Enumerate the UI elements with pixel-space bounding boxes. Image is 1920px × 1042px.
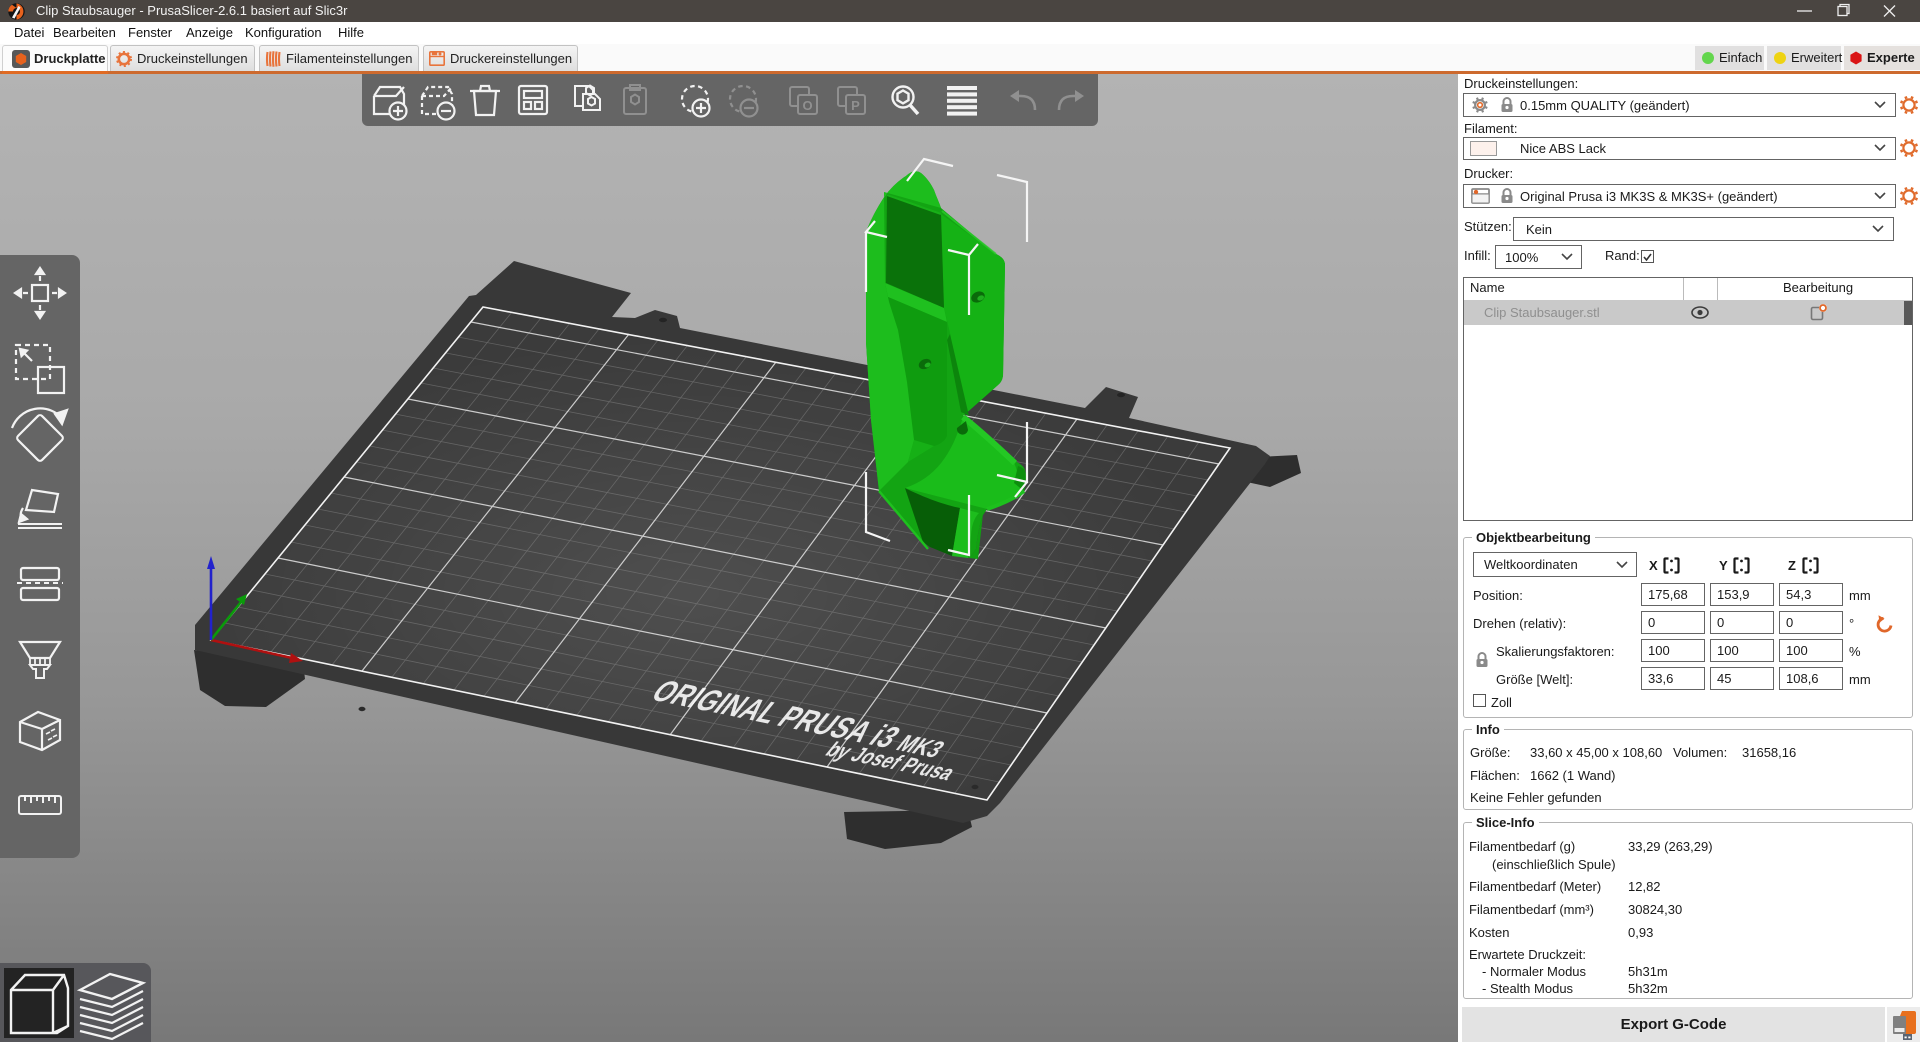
svg-text:O: O bbox=[802, 98, 812, 113]
svg-text:P: P bbox=[851, 98, 860, 113]
